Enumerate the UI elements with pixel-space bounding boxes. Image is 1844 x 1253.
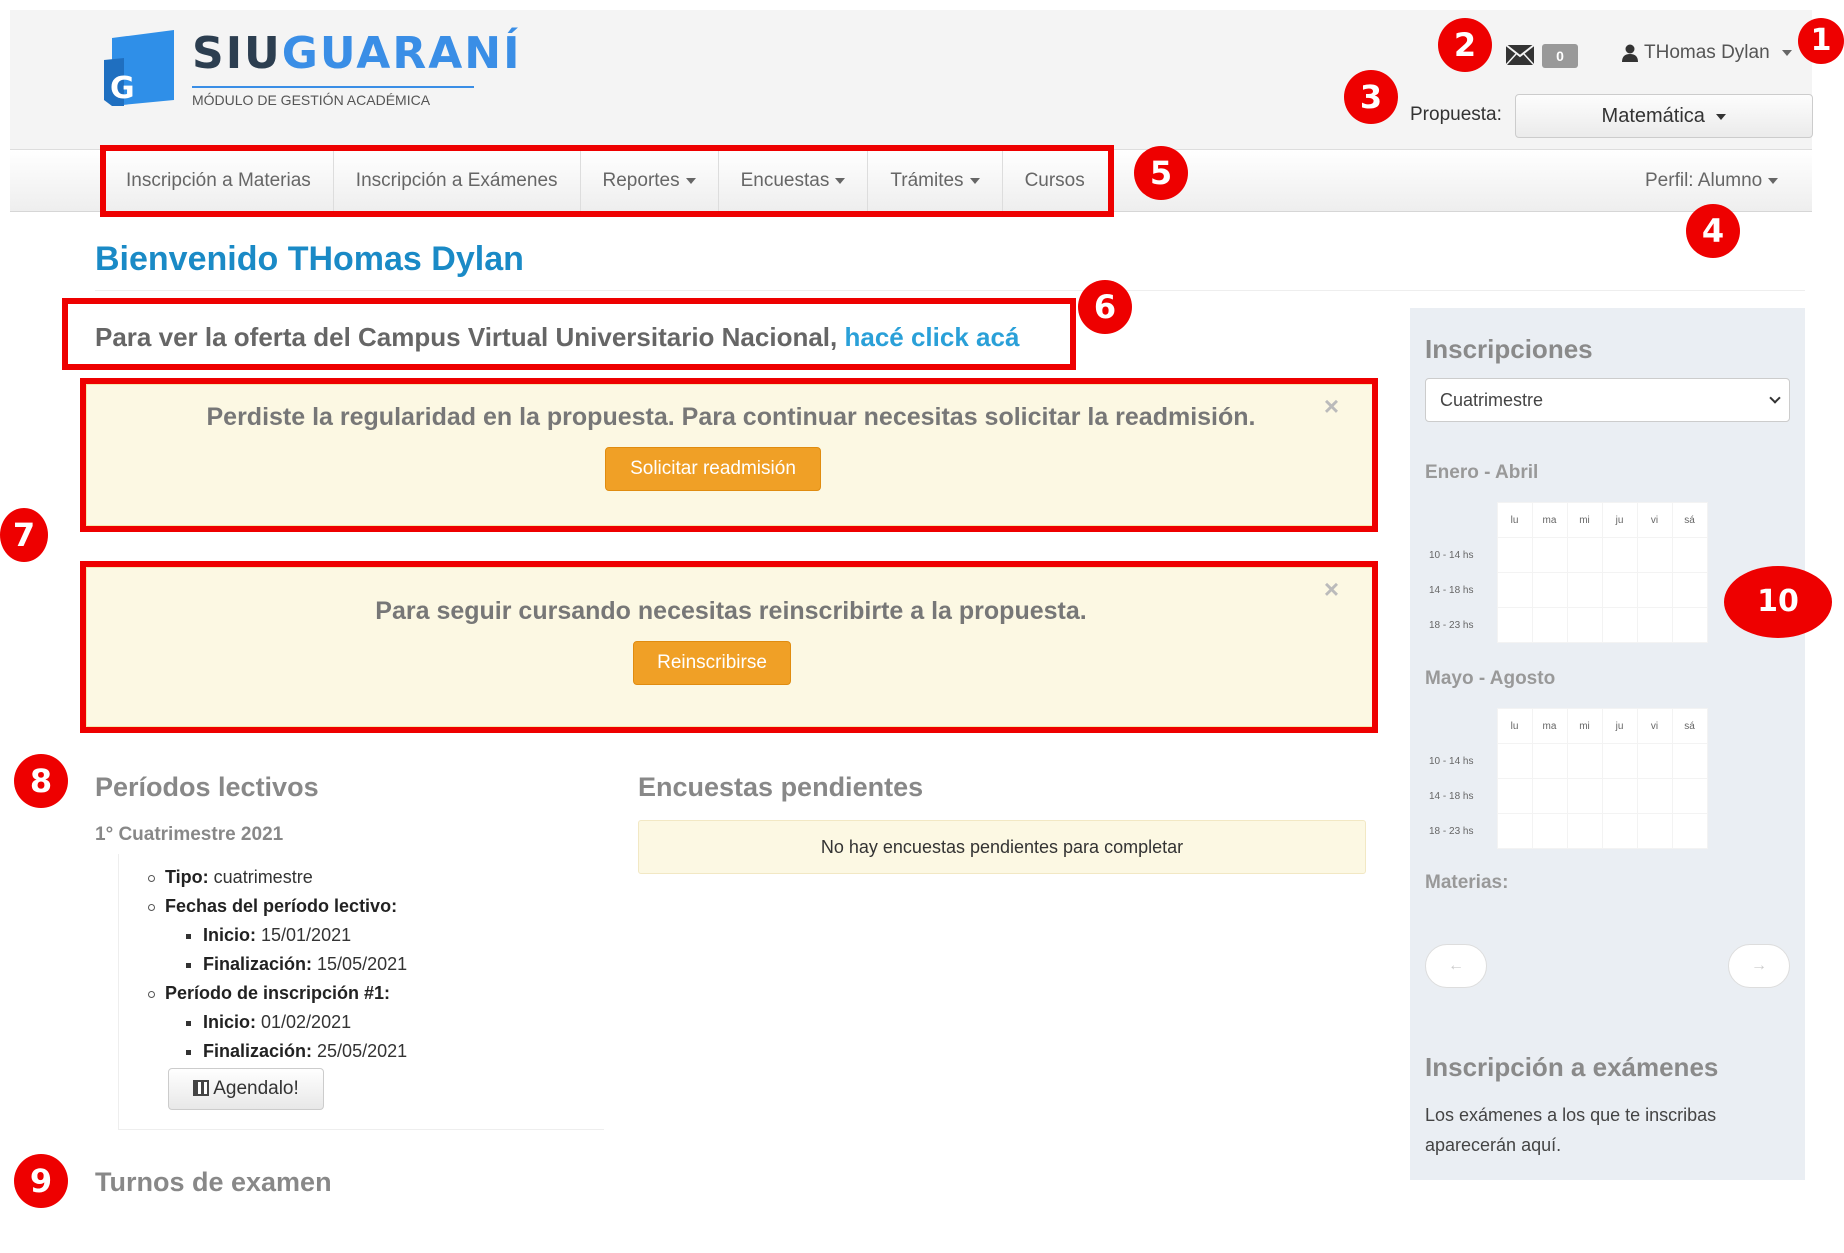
time-slot-label: 10 - 14 hs <box>1429 549 1474 561</box>
prev-button[interactable]: ← <box>1425 944 1487 988</box>
logo-title: SIUGUARANÍ <box>192 28 522 79</box>
logo-letter: G <box>110 71 135 106</box>
siu-guarani-logo[interactable]: G SIUGUARANÍ MÓDULO DE GESTIÓN ACADÉMICA <box>104 28 519 118</box>
time-slot-label: 14 - 18 hs <box>1429 790 1474 802</box>
perfil-dropdown[interactable]: Perfil: Alumno <box>1645 150 1779 212</box>
time-slot-label: 18 - 23 hs <box>1429 825 1474 837</box>
annotation-marker-5: 5 <box>1134 146 1188 200</box>
user-menu[interactable]: THomas Dylan <box>1622 42 1792 64</box>
next-button[interactable]: → <box>1728 944 1790 988</box>
annotation-box-nav <box>100 145 1114 217</box>
divider <box>95 290 1805 291</box>
user-name: THomas Dylan <box>1644 42 1770 63</box>
annotation-marker-2: 2 <box>1438 18 1492 72</box>
materias-label: Materias: <box>1425 872 1509 893</box>
day-header: mi <box>1566 708 1603 744</box>
calendar-title: Enero - Abril <box>1425 462 1539 483</box>
annotation-box-campus <box>62 298 1076 370</box>
list-item: Fechas del período lectivo: <box>148 896 397 917</box>
calendar-title: Mayo - Agosto <box>1425 668 1556 689</box>
chevron-down-icon <box>1716 113 1727 120</box>
agendalo-button[interactable]: Agendalo! <box>168 1068 324 1110</box>
day-header: ju <box>1601 708 1638 744</box>
examenes-info-text: Los exámenes a los que te inscribas apar… <box>1425 1105 1717 1155</box>
chevron-down-icon <box>1781 50 1792 56</box>
schedule-calendar: lu ma mi ju vi sá 10 - 14 hs 14 - 18 hs … <box>1425 502 1708 643</box>
propuesta-dropdown[interactable]: Matemática <box>1515 94 1813 138</box>
guarani-logo-icon: G <box>104 30 174 106</box>
list-item: Finalización: 25/05/2021 <box>186 1041 407 1062</box>
day-header: sá <box>1671 502 1708 538</box>
annotation-marker-8: 8 <box>14 754 68 808</box>
encuestas-pendientes-heading: Encuestas pendientes <box>638 772 924 802</box>
inscripciones-heading: Inscripciones <box>1425 334 1593 364</box>
time-slot-label: 14 - 18 hs <box>1429 584 1474 596</box>
day-header: sá <box>1671 708 1708 744</box>
annotation-marker-10: 10 <box>1724 566 1832 638</box>
day-header: ma <box>1531 708 1568 744</box>
day-header: vi <box>1636 708 1673 744</box>
day-header: lu <box>1496 708 1533 744</box>
periodos-lectivos-heading: Períodos lectivos <box>95 772 319 802</box>
logo-underline <box>192 86 474 88</box>
propuesta-label: Propuesta: <box>1410 104 1502 125</box>
day-header: ma <box>1531 502 1568 538</box>
user-icon <box>1622 44 1638 62</box>
schedule-calendar: lu ma mi ju vi sá 10 - 14 hs 14 - 18 hs … <box>1425 708 1708 849</box>
header-bar: G SIUGUARANÍ MÓDULO DE GESTIÓN ACADÉMICA… <box>10 10 1813 150</box>
annotation-marker-9: 9 <box>14 1154 68 1208</box>
qr-code-icon <box>193 1080 210 1096</box>
logo-subtitle: MÓDULO DE GESTIÓN ACADÉMICA <box>192 92 431 108</box>
annotation-marker-6: 6 <box>1078 280 1132 334</box>
chevron-down-icon <box>1768 177 1779 184</box>
annotation-marker-3: 3 <box>1344 70 1398 124</box>
mail-count-badge: 0 <box>1542 44 1578 68</box>
chevron-down-icon <box>1769 392 1781 404</box>
annotation-box-alert-1 <box>80 378 1378 532</box>
envelope-icon[interactable] <box>1505 44 1535 66</box>
encuestas-empty-message: No hay encuestas pendientes para complet… <box>638 820 1366 874</box>
page-title: Bienvenido THomas Dylan <box>95 240 524 278</box>
list-item: Inicio: 01/02/2021 <box>186 1012 351 1033</box>
annotation-marker-7: 7 <box>0 508 48 562</box>
inscripcion-examenes-heading: Inscripción a exámenes <box>1425 1052 1719 1082</box>
list-item: Inicio: 15/01/2021 <box>186 925 351 946</box>
turnos-de-examen-heading: Turnos de examen <box>95 1167 332 1197</box>
annotation-marker-1: 1 <box>1798 18 1844 64</box>
list-item: Finalización: 15/05/2021 <box>186 954 407 975</box>
annotation-box-alert-2 <box>80 561 1378 733</box>
day-header: ju <box>1601 502 1638 538</box>
time-slot-label: 18 - 23 hs <box>1429 619 1474 631</box>
day-header: lu <box>1496 502 1533 538</box>
inscripciones-sidebar: Inscripciones Cuatrimestre Enero - Abril… <box>1410 308 1805 1180</box>
day-header: vi <box>1636 502 1673 538</box>
period-name: 1° Cuatrimestre 2021 <box>95 824 284 845</box>
propuesta-value: Matemática <box>1601 105 1705 127</box>
time-slot-label: 10 - 14 hs <box>1429 755 1474 767</box>
list-item: Período de inscripción #1: <box>148 983 390 1004</box>
day-header: mi <box>1566 502 1603 538</box>
annotation-marker-4: 4 <box>1686 204 1740 258</box>
periodo-select[interactable]: Cuatrimestre <box>1425 378 1790 422</box>
list-item: Tipo: cuatrimestre <box>148 867 313 888</box>
